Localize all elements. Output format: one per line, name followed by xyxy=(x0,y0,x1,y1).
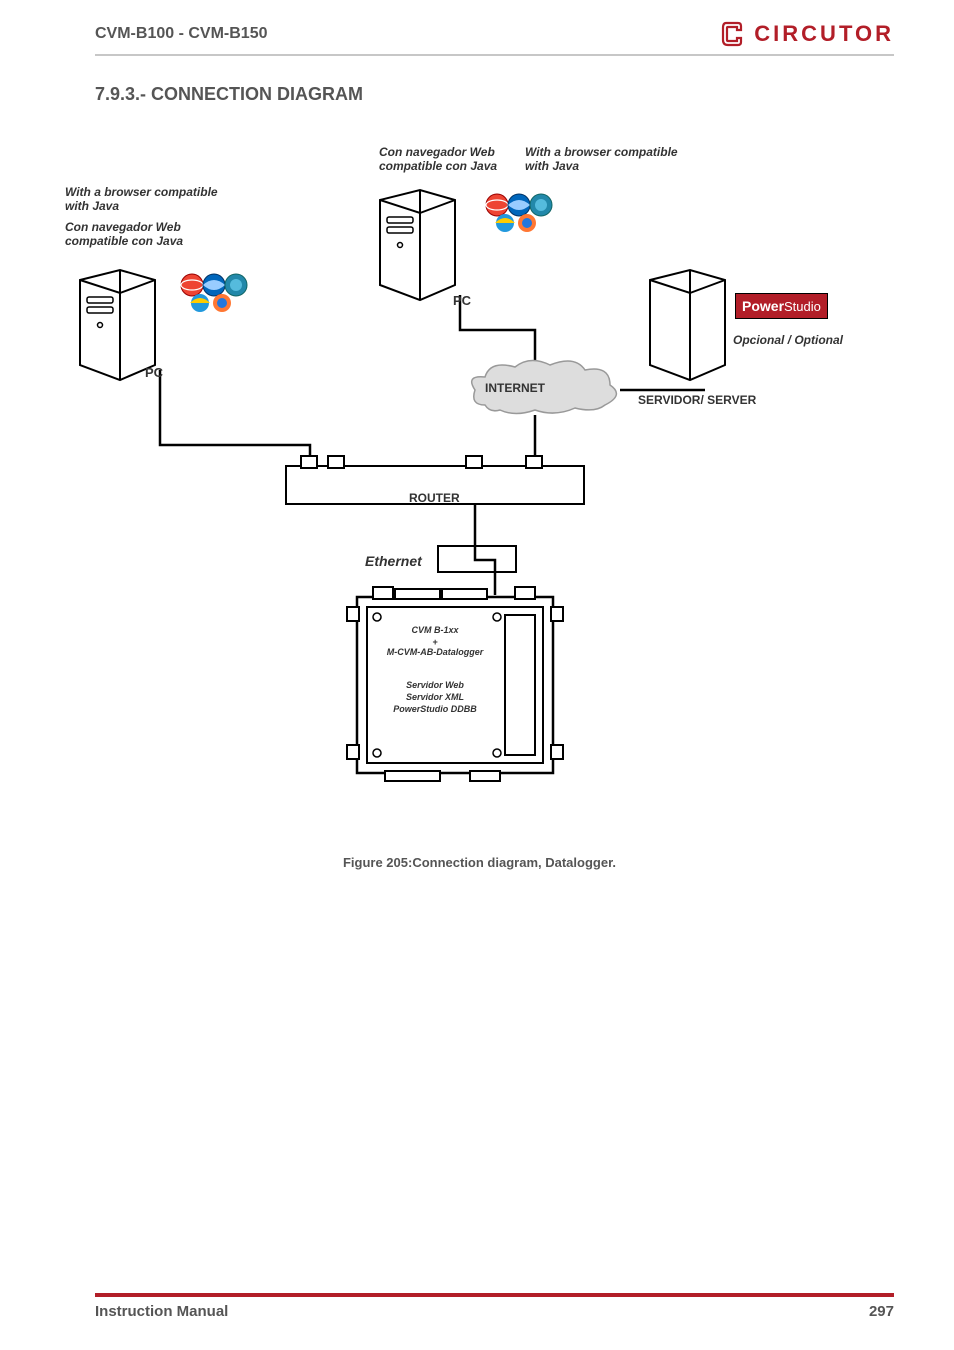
ethernet-label: Ethernet xyxy=(365,553,422,569)
server-label: SERVIDOR/ SERVER xyxy=(638,393,756,407)
router-port-2 xyxy=(327,455,345,469)
browser-icons-center xyxy=(485,193,555,233)
figure-caption: Figure 205:Connection diagram, Datalogge… xyxy=(65,855,894,870)
page-footer: Instruction Manual 297 xyxy=(95,1293,894,1320)
annotation-top-en: With a browser compatible with Java xyxy=(525,145,695,173)
page-header: CVM-B100 - CVM-B150 CIRCUTOR xyxy=(95,20,894,56)
device-line4: Servidor Web xyxy=(355,680,515,690)
pc-left-label: PC xyxy=(145,365,163,380)
footer-left: Instruction Manual xyxy=(95,1303,228,1320)
device-line1: CVM B-1xx xyxy=(355,625,515,635)
annotation-left-en: With a browser compatible with Java xyxy=(65,185,235,213)
router-port-3 xyxy=(465,455,483,469)
pc-center-label: PC xyxy=(453,293,471,308)
section-title: 7.9.3.- CONNECTION DIAGRAM xyxy=(95,84,894,105)
router-label: ROUTER xyxy=(409,491,460,505)
ethernet-box xyxy=(437,545,517,573)
optional-label: Opcional / Optional xyxy=(733,333,843,347)
server-tower-icon xyxy=(645,265,735,385)
header-title: CVM-B100 - CVM-B150 xyxy=(95,25,267,43)
browser-icons-left xyxy=(180,273,250,313)
router-port-4 xyxy=(525,455,543,469)
annotation-top-es: Con navegador Web compatible con Java xyxy=(379,145,539,173)
footer-page-number: 297 xyxy=(869,1303,894,1320)
brand-logo: CIRCUTOR xyxy=(720,20,894,48)
brand-name: CIRCUTOR xyxy=(754,21,894,47)
circutor-logo-icon xyxy=(720,20,748,48)
device-line2: + xyxy=(355,637,515,647)
internet-label: INTERNET xyxy=(485,381,545,395)
annotation-left-es: Con navegador Web compatible con Java xyxy=(65,220,235,248)
device-line6: PowerStudio DDBB xyxy=(355,704,515,714)
router-port-1 xyxy=(300,455,318,469)
device-line5: Servidor XML xyxy=(355,692,515,702)
device-line3: M-CVM-AB-Datalogger xyxy=(355,647,515,657)
powerstudio-badge: PowerStudio xyxy=(735,293,828,319)
connection-diagram: With a browser compatible with Java Con … xyxy=(65,125,865,845)
pc-tower-center-icon xyxy=(375,185,465,305)
